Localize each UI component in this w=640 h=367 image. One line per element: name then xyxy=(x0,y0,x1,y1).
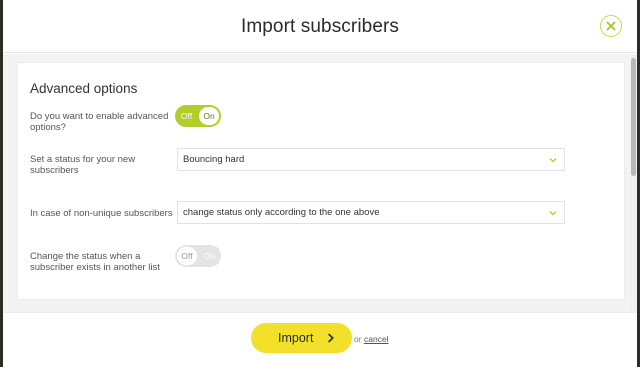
enable-advanced-toggle[interactable]: Off On xyxy=(175,105,221,127)
advanced-options-title: Advanced options xyxy=(30,81,138,96)
cancel-link[interactable]: cancel xyxy=(364,334,389,344)
non-unique-subscribers-label: In case of non-unique subscribers xyxy=(30,208,173,219)
modal-title: Import subscribers xyxy=(240,16,400,37)
import-button-label: Import xyxy=(278,331,314,345)
chevron-down-icon xyxy=(549,211,557,216)
change-status-other-list-toggle[interactable]: Off On xyxy=(175,245,221,267)
or-text: or xyxy=(354,334,362,344)
change-status-other-list-label: Change the status when a subscriber exis… xyxy=(30,251,160,273)
new-subscriber-status-select[interactable]: Bouncing hard xyxy=(177,148,565,171)
chevron-down-icon xyxy=(549,158,557,163)
close-button[interactable] xyxy=(600,15,622,37)
select-value: change status only according to the one … xyxy=(183,207,380,218)
enable-advanced-label: Do you want to enable advanced options? xyxy=(30,111,169,133)
non-unique-subscribers-select[interactable]: change status only according to the one … xyxy=(177,201,565,224)
chevron-right-icon xyxy=(328,333,334,343)
import-subscribers-modal: Import subscribers Advanced options Do y… xyxy=(3,0,637,367)
modal-header: Import subscribers xyxy=(3,0,637,53)
new-subscriber-status-label: Set a status for your new subscribers xyxy=(30,154,136,176)
toggle-on-label: On xyxy=(199,107,219,125)
select-value: Bouncing hard xyxy=(183,154,245,165)
close-icon xyxy=(606,21,616,31)
toggle-off-label: Off xyxy=(177,247,197,265)
scrollbar-thumb[interactable] xyxy=(631,58,636,176)
toggle-on-label: On xyxy=(203,251,216,261)
toggle-off-label: Off xyxy=(180,111,193,121)
